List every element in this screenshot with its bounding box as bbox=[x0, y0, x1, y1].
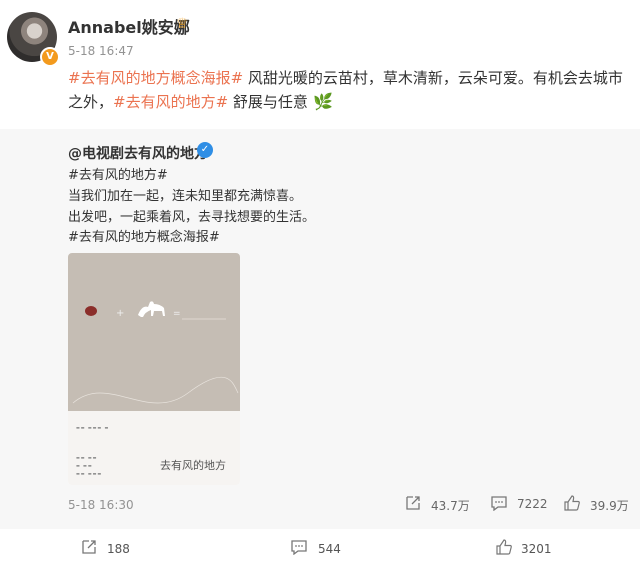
like-icon[interactable] bbox=[495, 539, 513, 555]
repost-like-count[interactable]: 39.9万 bbox=[590, 497, 629, 514]
leaf-emoji-icon: 🌿 bbox=[307, 92, 333, 111]
post-time[interactable]: 5-18 16:47 bbox=[68, 44, 134, 58]
poster-illustration: + = bbox=[68, 253, 240, 411]
poster-title: 去有风的地方 bbox=[160, 459, 226, 472]
hashtag-link[interactable]: #去有风的地方# bbox=[113, 93, 228, 111]
author-name[interactable]: Annabel姚安娜 bbox=[68, 14, 190, 38]
poster-image[interactable]: + = ▬▬ ▬▬▬ ▬ ▬▬ ▬▬ ▬ ▬▬ ▬▬ ▬▬▬ 去有风的地方 bbox=[68, 253, 240, 485]
verified-badge-icon: V bbox=[40, 47, 60, 67]
share-icon[interactable] bbox=[80, 539, 98, 555]
hashtag-link[interactable]: #去有风的地方概念海报# bbox=[68, 69, 243, 87]
share-count[interactable]: 188 bbox=[107, 542, 130, 556]
repost-hashtag-link[interactable]: #去有风的地方概念海报# bbox=[68, 226, 220, 245]
comment-icon[interactable] bbox=[290, 539, 308, 555]
blue-verified-icon: ✓ bbox=[197, 142, 213, 158]
svg-text:=: = bbox=[173, 309, 181, 319]
repost-time[interactable]: 5-18 16:30 bbox=[68, 498, 134, 512]
repost-user-link[interactable]: @电视剧去有风的地方 bbox=[68, 143, 208, 163]
like-count[interactable]: 3201 bbox=[521, 542, 552, 556]
post-body-text: 舒展与任意 bbox=[228, 93, 308, 111]
repost-share-count[interactable]: 43.7万 bbox=[431, 497, 470, 514]
svg-text:+: + bbox=[116, 308, 124, 319]
comment-icon[interactable] bbox=[490, 495, 508, 511]
poster-art: + = bbox=[72, 301, 239, 404]
share-icon[interactable] bbox=[404, 495, 422, 511]
repost-text-line: 当我们加在一起，连未知里都充满惊喜。 bbox=[68, 189, 303, 204]
poster-credits: ▬▬ ▬▬▬ ▬ ▬▬ ▬▬ ▬ ▬▬ ▬▬ ▬▬▬ bbox=[68, 411, 240, 485]
repost-comment-count[interactable]: 7222 bbox=[517, 497, 548, 511]
crown-icon: ♕ bbox=[176, 16, 189, 32]
post-text: #去有风的地方概念海报# 风甜光暖的云苗村，草木清新，云朵可爱。有机会去城市之外… bbox=[68, 66, 628, 114]
comment-count[interactable]: 544 bbox=[318, 542, 341, 556]
repost-text-line: 出发吧，一起乘着风，去寻找想要的生活。 bbox=[68, 210, 316, 225]
like-icon[interactable] bbox=[563, 495, 581, 511]
repost-hashtag-link[interactable]: #去有风的地方# bbox=[68, 164, 168, 183]
